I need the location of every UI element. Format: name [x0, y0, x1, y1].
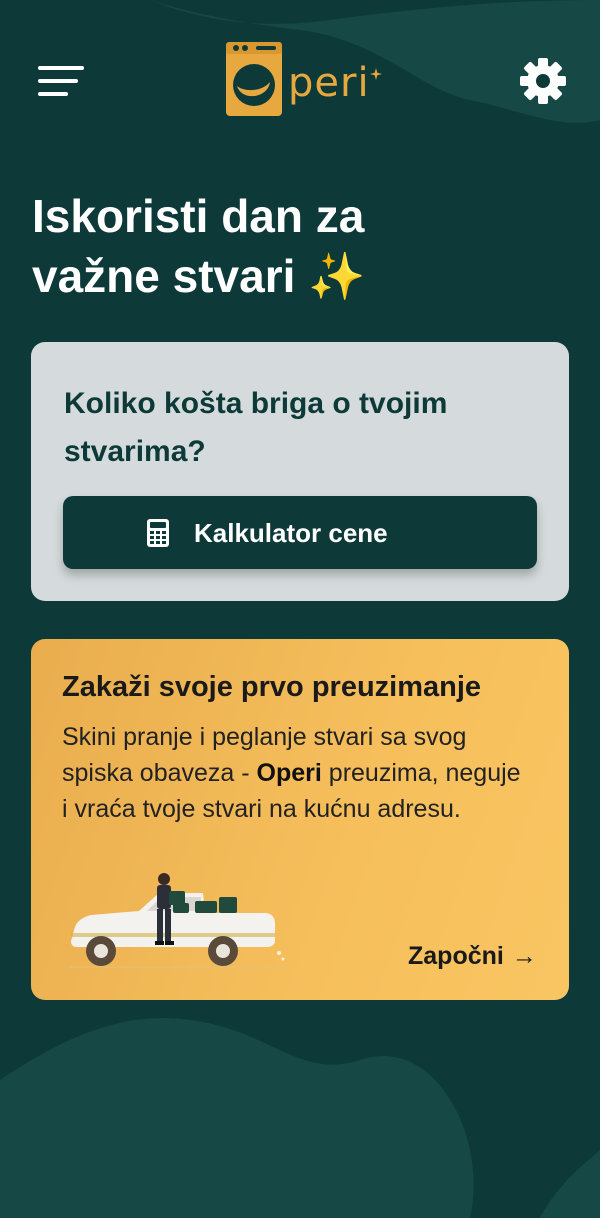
price-calculator-button[interactable]: Kalkulator cene [63, 496, 537, 569]
hamburger-menu-icon[interactable] [38, 64, 86, 100]
background-decoration [0, 0, 600, 1218]
sparkles-emoji: ✨ [308, 250, 366, 302]
first-pickup-card[interactable]: Zakaži svoje prvo preuzimanje Skini pran… [31, 639, 569, 1000]
delivery-person-car-illustration [69, 873, 285, 968]
headline-line-2: važne stvari [32, 250, 296, 302]
gear-icon[interactable] [520, 58, 566, 104]
price-calculator-card: Koliko košta briga o tvojim stvarima? Ka… [31, 342, 569, 601]
start-link[interactable]: Započni → [408, 939, 537, 973]
price-calculator-button-label: Kalkulator cene [194, 518, 388, 548]
calculator-icon [147, 519, 169, 547]
logo-text: peri [288, 60, 370, 106]
top-bar: peri [0, 0, 600, 130]
sparkle-icon [370, 68, 382, 80]
start-link-label: Započni [408, 942, 504, 970]
headline-line-1: Iskoristi dan za [32, 190, 365, 242]
app-logo: peri [224, 40, 384, 122]
pickup-card-description: Skini pranje i peglanje stvari sa svog s… [62, 723, 521, 823]
pickup-card-title: Zakaži svoje prvo preuzimanje [62, 671, 482, 703]
arrow-right-icon: → [511, 942, 537, 970]
price-card-title: Koliko košta briga o tvojim stvarima? [64, 387, 448, 468]
brand-name: Operi [256, 759, 322, 787]
page-headline: Iskoristi dan za važne stvari ✨ [32, 186, 552, 306]
washing-machine-logo-icon [226, 42, 282, 116]
